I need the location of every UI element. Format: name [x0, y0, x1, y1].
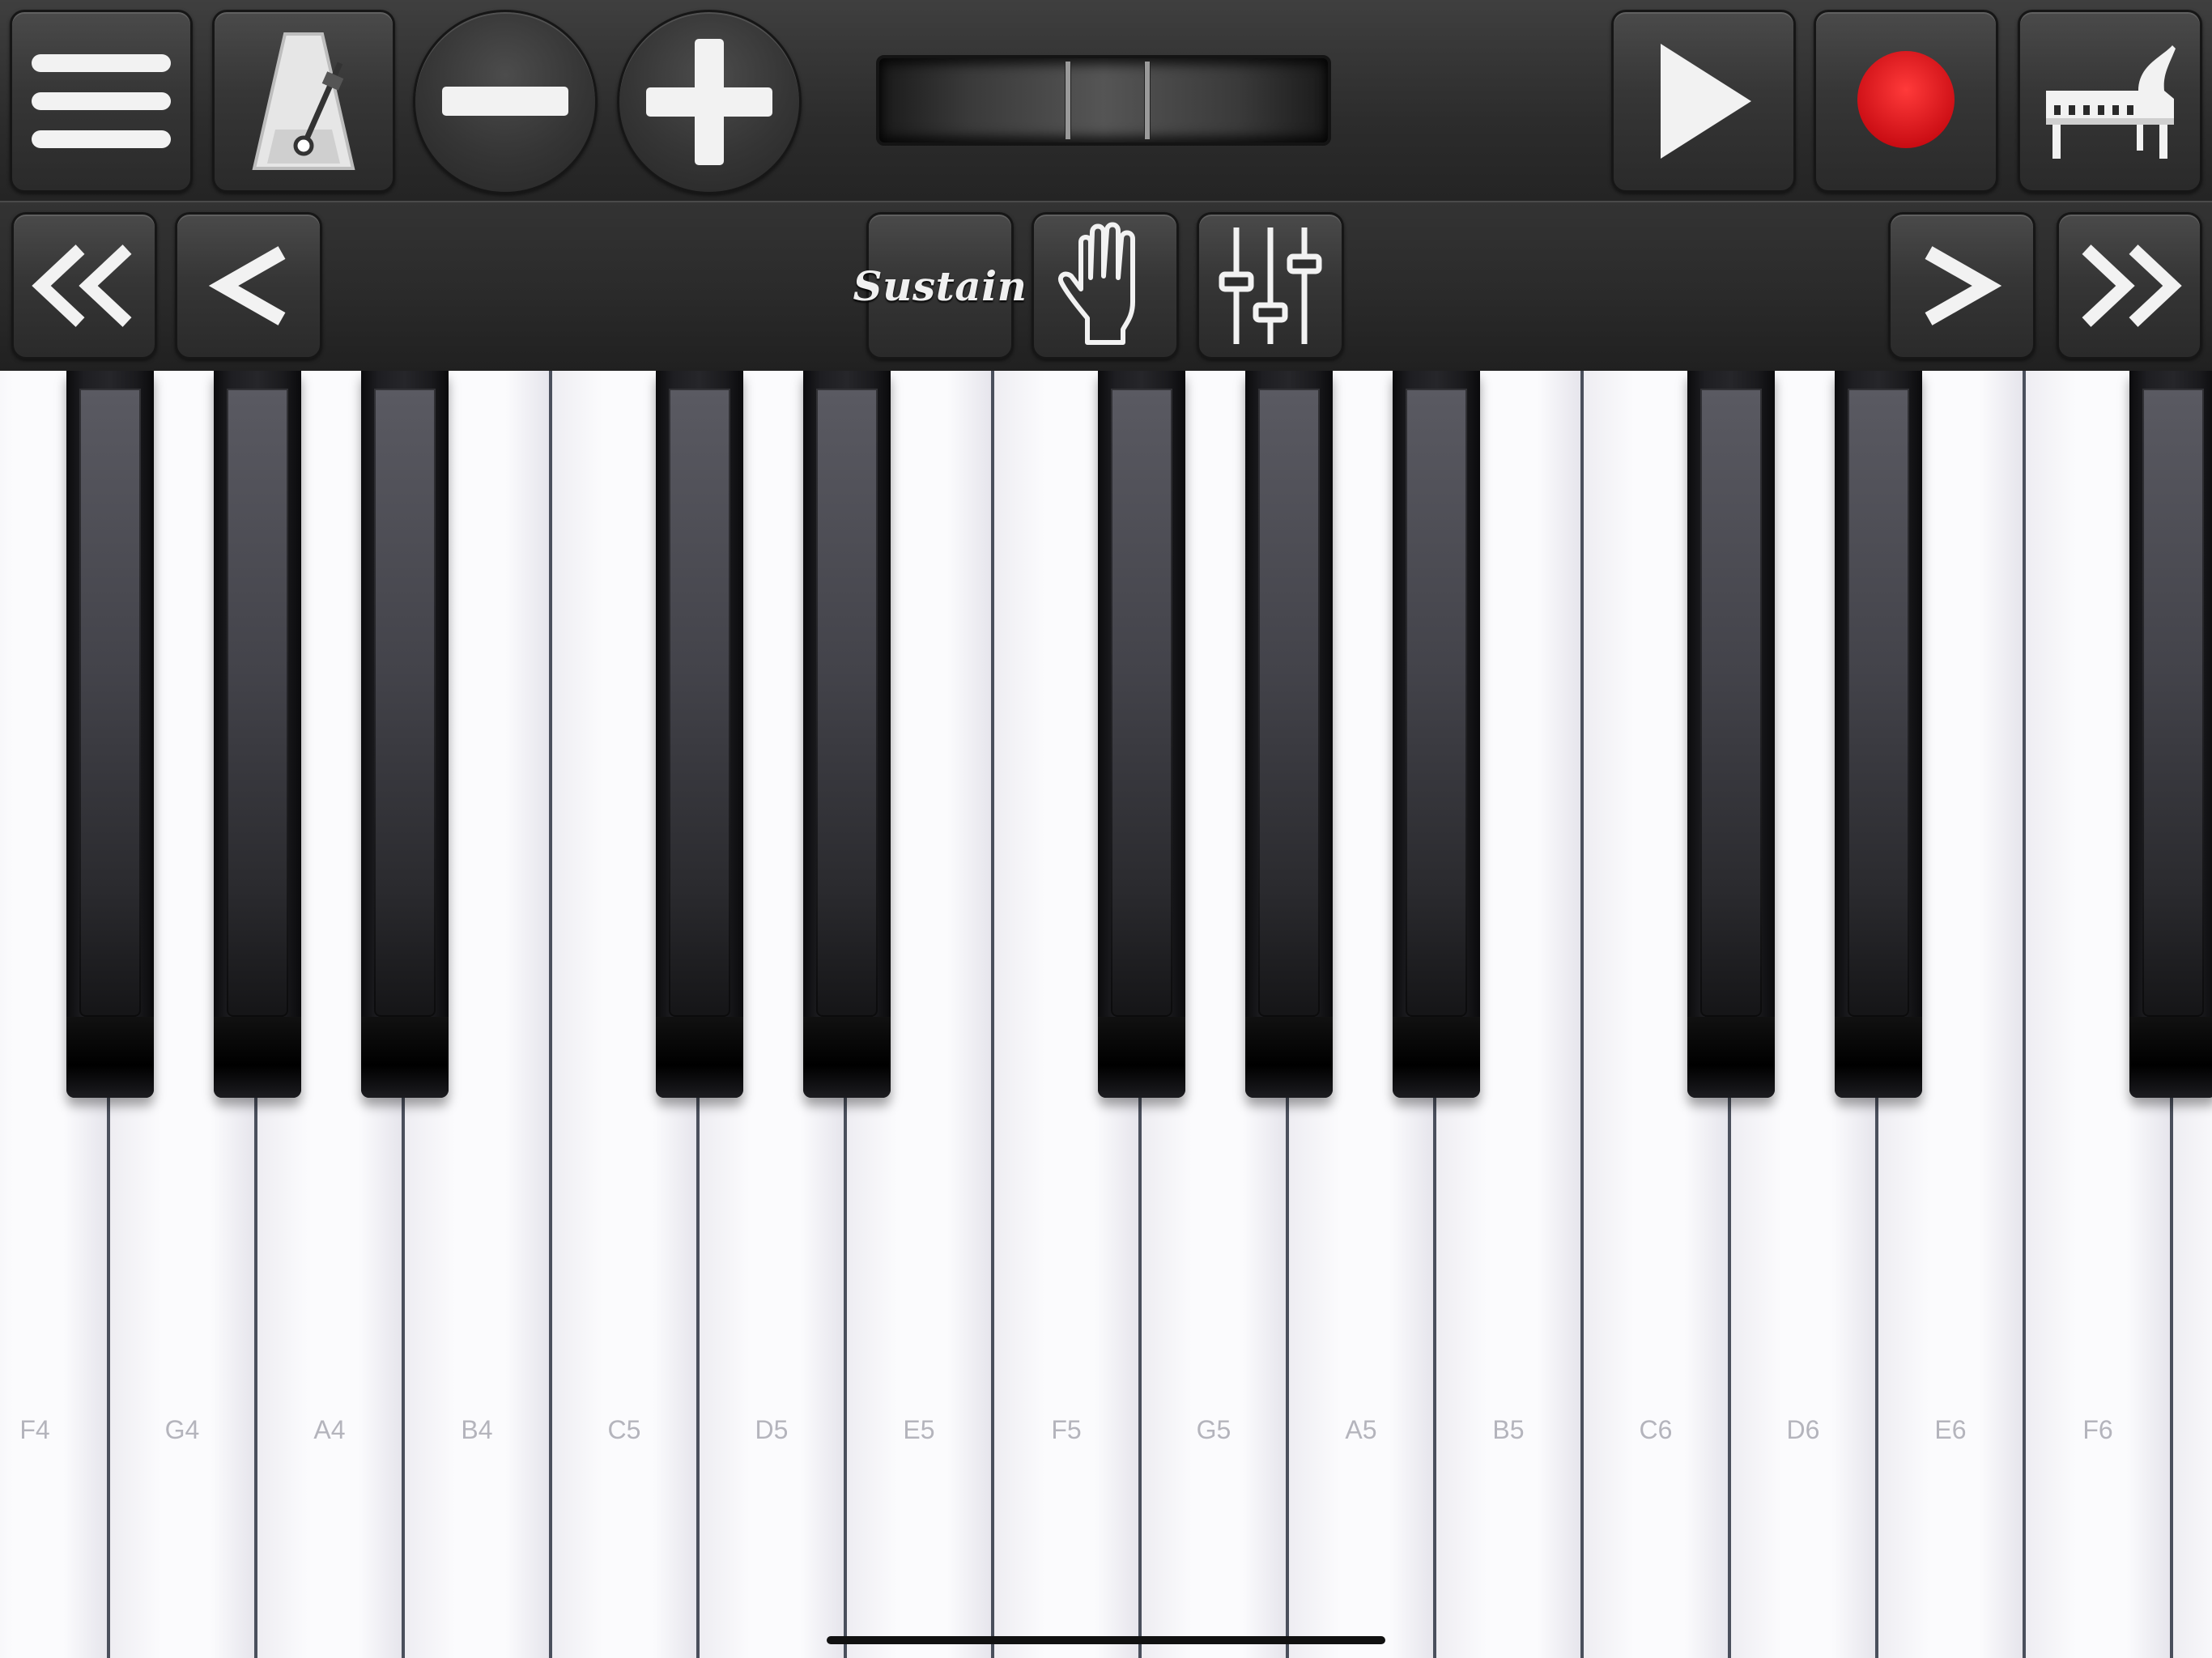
black-key-top [1258, 389, 1320, 1017]
black-key-front [1835, 1017, 1922, 1098]
key-label: B5 [1492, 1415, 1525, 1444]
sliders-icon [1219, 227, 1322, 344]
key-label: B4 [461, 1415, 493, 1444]
key-label: E5 [903, 1415, 935, 1444]
minus-icon [442, 87, 568, 116]
chevron-right-icon [1925, 246, 2002, 325]
key-label: G5 [1196, 1415, 1231, 1444]
plus-icon [646, 39, 772, 165]
mixer-button[interactable] [1197, 212, 1344, 359]
piano-keyboard: F4 G4 A4 B4 C5 D5 E5 F5 G5 A5 B5 C6 D6 E6 F6 [0, 371, 2212, 1658]
tempo-decrease-button[interactable] [413, 10, 598, 194]
play-button[interactable] [1611, 10, 1796, 193]
black-key-top [1406, 389, 1467, 1017]
key-label: C6 [1639, 1415, 1673, 1444]
record-button[interactable] [1814, 10, 1998, 193]
scroll-far-right-button[interactable] [2057, 212, 2202, 359]
key-label: D5 [755, 1415, 789, 1444]
sustain-label: Sustain [853, 261, 1027, 310]
instrument-button[interactable] [2018, 10, 2202, 193]
grand-piano-icon [2046, 45, 2176, 159]
key-label: G4 [164, 1415, 200, 1444]
play-icon [1661, 44, 1751, 159]
scroll-far-left-button[interactable] [11, 212, 157, 359]
black-key[interactable] [361, 371, 449, 1098]
metronome-icon [252, 32, 355, 170]
black-key[interactable] [1393, 371, 1480, 1098]
black-key-top [1700, 389, 1762, 1017]
hamburger-menu-icon [32, 54, 171, 148]
black-key-front [66, 1017, 154, 1098]
black-key-front [1687, 1017, 1775, 1098]
key-label: E6 [1934, 1415, 1967, 1444]
black-key-front [361, 1017, 449, 1098]
black-key[interactable] [66, 371, 154, 1098]
black-key-front [214, 1017, 301, 1098]
black-key-top [2142, 389, 2204, 1017]
black-key[interactable] [1098, 371, 1185, 1098]
black-key-top [1111, 389, 1172, 1017]
wheel-tick [1066, 62, 1070, 139]
menu-button[interactable] [10, 10, 193, 193]
home-indicator [827, 1636, 1385, 1644]
key-label: A5 [1345, 1415, 1377, 1444]
black-key[interactable] [1835, 371, 1922, 1098]
black-key[interactable] [214, 371, 301, 1098]
black-key-front [2129, 1017, 2212, 1098]
black-key-front [656, 1017, 743, 1098]
black-key-front [803, 1017, 891, 1098]
black-key-front [1393, 1017, 1480, 1098]
black-key[interactable] [2129, 371, 2212, 1098]
double-chevron-right-icon [2082, 244, 2182, 327]
tempo-wheel[interactable] [876, 55, 1331, 146]
scroll-left-button[interactable] [175, 212, 322, 359]
scroll-right-button[interactable] [1888, 212, 2035, 359]
sustain-button[interactable]: Sustain [853, 212, 1027, 359]
key-label: F4 [19, 1415, 50, 1444]
black-key-front [1098, 1017, 1185, 1098]
key-label: D6 [1786, 1415, 1820, 1444]
black-key[interactable] [1245, 371, 1333, 1098]
black-key-top [227, 389, 288, 1017]
hand-icon [1058, 222, 1135, 345]
key-label: A4 [313, 1415, 346, 1444]
key-label: F5 [1051, 1415, 1082, 1444]
black-key-top [669, 389, 730, 1017]
black-key[interactable] [656, 371, 743, 1098]
chevron-left-icon [208, 246, 286, 325]
navigation-toolbar: Sustain [0, 201, 2212, 372]
key-label: F6 [2082, 1415, 2113, 1444]
black-key-top [374, 389, 436, 1017]
top-toolbar [0, 0, 2212, 201]
hand-button[interactable] [1032, 212, 1179, 359]
record-icon [1857, 51, 1955, 148]
black-key[interactable] [1687, 371, 1775, 1098]
black-key-top [79, 389, 141, 1017]
black-key-top [1848, 389, 1909, 1017]
wheel-tick [1145, 62, 1150, 139]
double-chevron-left-icon [32, 244, 132, 327]
black-key[interactable] [803, 371, 891, 1098]
black-key-front [1245, 1017, 1333, 1098]
black-key-top [816, 389, 878, 1017]
tempo-increase-button[interactable] [617, 10, 802, 194]
key-label: C5 [607, 1415, 641, 1444]
metronome-button[interactable] [212, 10, 395, 193]
